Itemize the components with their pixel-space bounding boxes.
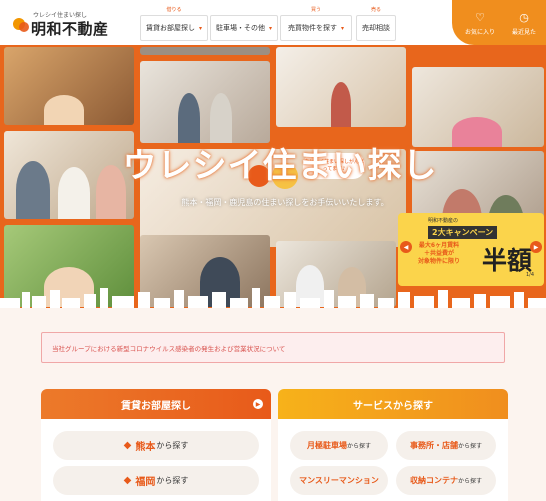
campaign-top: 明和不動産の [428,218,459,224]
nav-parking-label: 駐車場・その他 [215,24,265,32]
photo-couple [140,61,270,143]
carousel-page: 1/4 [525,272,534,278]
site-logo[interactable]: ウレシイ住まい探し 明和不動産 [11,9,126,39]
logo-mark-accent [19,22,29,32]
history-link[interactable]: ◷ 最近見た [502,11,546,37]
chevron-down-icon: ▾ [268,24,272,32]
site-header: ウレシイ住まい探し 明和不動産 借りる 賃貸お部屋探し ▾ 駐車場・その他 ▾ 買う… [0,0,546,45]
nav-category-buy: 買う [310,7,321,13]
nav-category-sell: 売る [370,7,381,13]
header-utility-area: ♡ お気に入り ◷ 最近見た [452,0,546,45]
service-name: 事務所・店舗 [409,441,458,450]
photo-figure [178,93,200,143]
service-name: マンスリーマンション [299,476,379,485]
area-name: 熊本 [135,442,156,453]
search-monthly-mansion-button[interactable]: マンスリーマンション [290,466,388,495]
nav-sell-label: 売却相談 [362,24,390,32]
rental-search-panel: 賃貸お部屋探し ▶ ◆ 熊本 から探す ◆ 福岡 から探す [41,389,271,501]
nav-buy-button[interactable]: 売買物件を探す ▾ [280,15,352,41]
kumamoto-map-icon: ◆ [123,440,132,451]
photo-strip [140,47,270,55]
search-monthly-parking-button[interactable]: 月極駐車場 から探す [290,431,388,460]
city-skyline [0,288,546,308]
nav-rental-label: 賃貸お部屋探し [145,24,195,32]
area-suffix: から探す [156,476,189,485]
photo-figure [44,95,84,125]
nav-rental-button[interactable]: 賃貸お部屋探し ▾ [140,15,208,41]
hero-tagline: ウレシイ住まい探し [122,146,438,186]
chevron-down-icon: ▾ [198,24,202,32]
nav-parking-button[interactable]: 駐車場・その他 ▾ [210,15,278,41]
service-panel-title: サービスから探す [353,400,433,412]
photo-figure [16,161,50,219]
history-label: 最近見た [511,29,536,36]
chevron-down-icon: ▾ [340,24,344,32]
covid-notice-link[interactable]: 当社グループにおける新型コロナウイルス感染者の発生および営業状況について [41,332,505,363]
campaign-banner[interactable]: ◀ 明和不動産の 2大キャンペーン 最大6ヶ月賃料 ＋共益費が 対象物件に限り … [398,213,544,286]
campaign-title: 2大キャンペーン [428,226,498,239]
search-office-store-button[interactable]: 事務所・店舗 から探す [396,431,496,460]
photo-figure [58,167,90,219]
photo-figure [452,117,502,147]
photo-figure [331,82,351,127]
nav-sell[interactable]: 売る 売却相談 [356,6,396,42]
nav-parking[interactable]: 駐車場・その他 ▾ [210,6,278,42]
search-storage-container-button[interactable]: 収納コンテナ から探す [396,466,496,495]
heart-icon: ♡ [475,11,485,24]
area-name: 福岡 [135,477,156,488]
arrow-right-icon: ▶ [253,399,263,409]
nav-buy[interactable]: 買う 売買物件を探す ▾ [280,6,352,42]
hero-banner: ウレシイ住まい探しがんばってます♪ ウレシイ住まい探し 熊本・福岡・鹿児島の住ま… [0,45,546,308]
service-panel-header: サービスから探す [278,389,508,419]
photo-seniors [4,131,134,219]
service-suffix: から探す [346,443,371,450]
photo-kitchen [276,47,406,127]
nav-buy-label: 売買物件を探す [287,24,337,32]
area-suffix: から探す [156,441,189,450]
service-name: 収納コンテナ [409,476,458,485]
search-fukuoka-button[interactable]: ◆ 福岡 から探す [53,466,259,495]
rental-panel-header[interactable]: 賃貸お部屋探し ▶ [41,389,271,419]
hero-subline: 熊本・福岡・鹿児島の住まい探しをお手伝いいたします。 [181,198,389,207]
campaign-detail: 最大6ヶ月賃料 ＋共益費が 対象物件に限り [418,242,461,265]
nav-rental[interactable]: 借りる 賃貸お部屋探し ▾ [140,6,208,42]
photo-figure [210,93,232,143]
carousel-prev-icon[interactable]: ◀ [400,241,412,253]
photo-cooking [4,47,134,125]
service-suffix: から探す [457,443,482,450]
clock-icon: ◷ [519,11,529,24]
fukuoka-map-icon: ◆ [123,475,132,486]
service-search-panel: サービスから探す 月極駐車場 から探す 事務所・店舗 から探す マンスリーマンシ… [278,389,508,501]
favorites-label: お気に入り [464,29,495,36]
search-kumamoto-button[interactable]: ◆ 熊本 から探す [53,431,259,460]
carousel-next-icon[interactable]: ▶ [530,241,542,253]
nav-category-rent: 借りる [166,7,182,13]
rental-panel-title: 賃貸お部屋探し [121,400,191,412]
favorites-link[interactable]: ♡ お気に入り [458,11,502,37]
photo-yoga [412,67,544,147]
service-name: 月極駐車場 [306,441,347,450]
logo-name: 明和不動産 [31,20,109,38]
service-suffix: から探す [457,478,482,485]
nav-sell-button[interactable]: 売却相談 [356,15,396,41]
campaign-big-text: 半額 [482,246,533,275]
